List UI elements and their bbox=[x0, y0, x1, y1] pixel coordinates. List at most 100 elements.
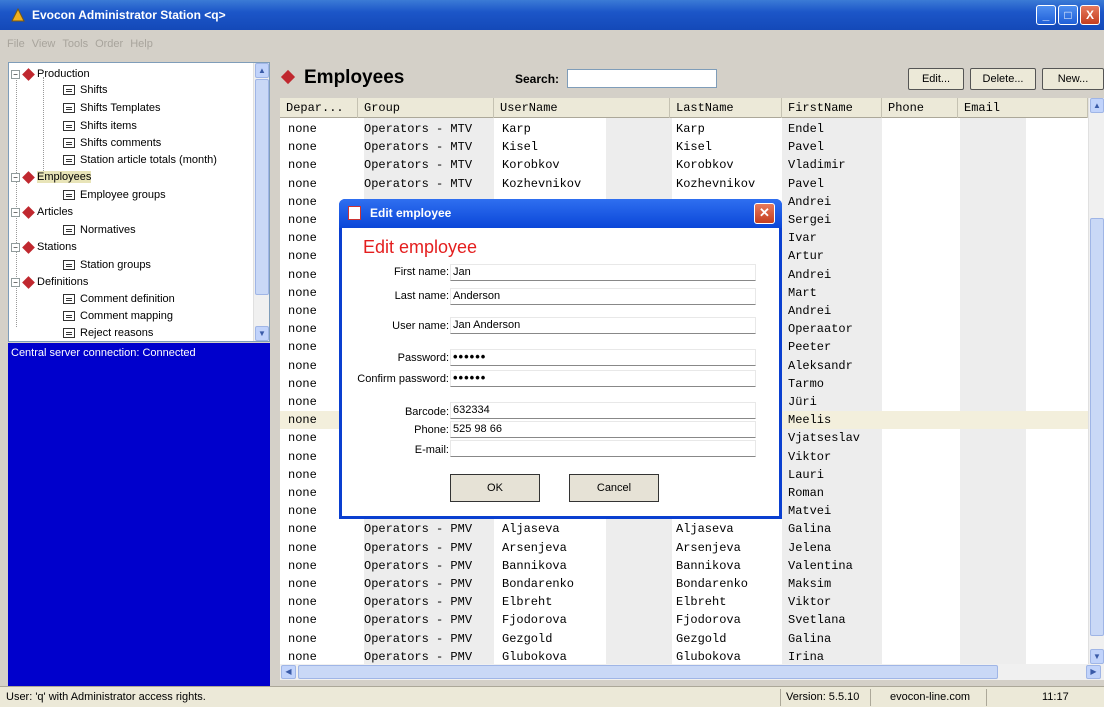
column-header[interactable]: Email bbox=[958, 98, 1088, 118]
collapse-icon[interactable]: − bbox=[11, 242, 20, 252]
menu-tools[interactable]: Tools bbox=[62, 38, 88, 50]
scroll-up-icon[interactable]: ▲ bbox=[255, 63, 269, 78]
last-name-field[interactable]: Anderson bbox=[450, 288, 756, 305]
tree-item-employee-groups[interactable]: Employee groups bbox=[63, 187, 166, 203]
cancel-button[interactable]: Cancel bbox=[569, 474, 659, 502]
navigation-tree[interactable]: − Production Shifts Shifts Templates Shif… bbox=[8, 62, 270, 342]
menu-file[interactable]: File bbox=[7, 38, 25, 50]
scroll-right-icon[interactable]: ▶ bbox=[1086, 665, 1101, 679]
tree-item-shifts-comments[interactable]: Shifts comments bbox=[63, 135, 161, 151]
table-cell: Operators - MTV bbox=[364, 140, 473, 155]
search-input[interactable] bbox=[567, 69, 717, 88]
collapse-icon[interactable]: − bbox=[11, 277, 20, 287]
column-header[interactable]: Group bbox=[358, 98, 494, 118]
table-cell: Arsenjeva bbox=[676, 540, 741, 555]
table-cell: none bbox=[288, 431, 317, 446]
column-header[interactable]: FirstName bbox=[782, 98, 882, 118]
dialog-close-icon[interactable]: ✕ bbox=[754, 203, 775, 224]
table-cell: Korobkov bbox=[676, 158, 734, 173]
table-cell: none bbox=[288, 449, 317, 464]
title-bar: Evocon Administrator Station <q> _ □ X bbox=[0, 0, 1104, 30]
table-cell: Gezgold bbox=[676, 631, 727, 646]
user-name-field[interactable]: Jan Anderson bbox=[450, 317, 756, 334]
form-icon bbox=[63, 155, 75, 166]
table-cell: Kozhevnikov bbox=[502, 176, 582, 191]
dialog-title-bar: Edit employee bbox=[339, 199, 782, 228]
tree-item-comment-definition[interactable]: Comment definition bbox=[63, 291, 175, 307]
tree-item-shifts-items[interactable]: Shifts items bbox=[63, 118, 137, 134]
new-button[interactable]: New... bbox=[1042, 68, 1104, 90]
table-cell: Endel bbox=[788, 122, 825, 136]
table-cell: none bbox=[288, 140, 317, 155]
table-row[interactable]: none Operators - PMV Fjodorova Fjodorova Sve… bbox=[280, 611, 1088, 629]
column-header[interactable]: LastName bbox=[670, 98, 782, 118]
delete-button[interactable]: Delete... bbox=[970, 68, 1036, 90]
table-cell: Aleksandr bbox=[788, 358, 853, 373]
table-row[interactable]: none Operators - PMV Glubokova Glubokova Iri… bbox=[280, 648, 1088, 664]
menu-view[interactable]: View bbox=[32, 38, 56, 50]
tree-item-production[interactable]: − Production bbox=[11, 66, 90, 82]
tree-item-articles[interactable]: − Articles bbox=[11, 204, 73, 220]
tree-item-shifts-templates[interactable]: Shifts Templates bbox=[63, 100, 161, 116]
tree-scrollbar[interactable]: ▲ ▼ bbox=[253, 63, 269, 341]
table-cell: Galina bbox=[788, 522, 832, 537]
scroll-thumb[interactable] bbox=[1090, 218, 1104, 636]
table-cell: Valentina bbox=[788, 558, 853, 573]
column-header[interactable]: Depar... bbox=[280, 98, 358, 118]
column-header[interactable]: UserName bbox=[494, 98, 670, 118]
tree-item-station-article-totals[interactable]: Station article totals (month) bbox=[63, 152, 217, 168]
phone-field[interactable]: 525 98 66 bbox=[450, 421, 756, 438]
tree-item-station-groups[interactable]: Station groups bbox=[63, 257, 151, 273]
close-button[interactable]: X bbox=[1080, 5, 1100, 25]
scroll-thumb[interactable] bbox=[255, 79, 269, 295]
scroll-down-icon[interactable]: ▼ bbox=[1090, 649, 1104, 664]
table-row[interactable]: none Operators - PMV Bannikova Bannikova Val… bbox=[280, 557, 1088, 575]
table-row[interactable]: none Operators - MTV Kisel Kisel Pavel bbox=[280, 138, 1088, 156]
table-row[interactable]: none Operators - MTV Kozhevnikov Kozhevniko… bbox=[280, 175, 1088, 193]
collapse-icon[interactable]: − bbox=[11, 172, 20, 182]
scroll-thumb[interactable] bbox=[298, 665, 998, 679]
collapse-icon[interactable]: − bbox=[11, 69, 20, 79]
menu-order[interactable]: Order bbox=[95, 38, 123, 50]
maximize-button[interactable]: □ bbox=[1058, 5, 1078, 25]
table-cell: Pavel bbox=[788, 176, 825, 191]
ok-button[interactable]: OK bbox=[450, 474, 540, 502]
table-row[interactable]: none Operators - MTV Karp Karp Endel bbox=[280, 120, 1088, 138]
tree-item-reject-reasons[interactable]: Reject reasons bbox=[63, 325, 153, 341]
table-row[interactable]: none Operators - PMV Aljaseva Aljaseva Galin… bbox=[280, 520, 1088, 538]
table-cell: none bbox=[288, 522, 317, 537]
connection-status: Central server connection: Connected bbox=[11, 347, 196, 359]
password-field[interactable]: •••••• bbox=[450, 349, 756, 366]
barcode-field[interactable]: 632334 bbox=[450, 402, 756, 419]
table-row[interactable]: none Operators - PMV Bondarenko Bondarenko M… bbox=[280, 575, 1088, 593]
table-row[interactable]: none Operators - MTV Korobkov Korobkov Vladi… bbox=[280, 156, 1088, 174]
edit-button[interactable]: Edit... bbox=[908, 68, 964, 90]
minimize-button[interactable]: _ bbox=[1036, 5, 1056, 25]
column-header[interactable]: Phone bbox=[882, 98, 958, 118]
tree-item-shifts[interactable]: Shifts bbox=[63, 82, 108, 98]
scroll-down-icon[interactable]: ▼ bbox=[255, 326, 269, 341]
table-hscrollbar[interactable]: ◀ ▶ bbox=[280, 664, 1104, 680]
scroll-left-icon[interactable]: ◀ bbox=[281, 665, 296, 679]
first-name-field[interactable]: Jan bbox=[450, 264, 756, 281]
email-field[interactable] bbox=[450, 440, 756, 457]
edit-employee-dialog: Edit employee ✕ Edit employee First name… bbox=[339, 199, 782, 519]
menu-help[interactable]: Help bbox=[130, 38, 153, 50]
search-label: Search: bbox=[515, 72, 560, 86]
tree-item-definitions[interactable]: − Definitions bbox=[11, 274, 88, 290]
confirm-password-field[interactable]: •••••• bbox=[450, 370, 756, 387]
collapse-icon[interactable]: − bbox=[11, 207, 20, 217]
table-cell: Jüri bbox=[788, 395, 817, 409]
tree-item-stations[interactable]: − Stations bbox=[11, 239, 77, 255]
table-cell: Sergei bbox=[788, 213, 832, 227]
table-vscrollbar[interactable]: ▲ ▼ bbox=[1088, 98, 1104, 664]
tree-item-comment-mapping[interactable]: Comment mapping bbox=[63, 308, 173, 324]
table-row[interactable]: none Operators - PMV Gezgold Gezgold Galina bbox=[280, 630, 1088, 648]
form-icon bbox=[63, 328, 75, 339]
table-row[interactable]: none Operators - PMV Elbreht Elbreht Viktor bbox=[280, 593, 1088, 611]
tree-item-employees[interactable]: − Employees bbox=[11, 169, 92, 185]
scroll-up-icon[interactable]: ▲ bbox=[1090, 98, 1104, 113]
table-row[interactable]: none Operators - PMV Arsenjeva Arsenjeva Jel… bbox=[280, 539, 1088, 557]
table-cell: none bbox=[288, 577, 317, 591]
tree-item-normatives[interactable]: Normatives bbox=[63, 222, 136, 238]
